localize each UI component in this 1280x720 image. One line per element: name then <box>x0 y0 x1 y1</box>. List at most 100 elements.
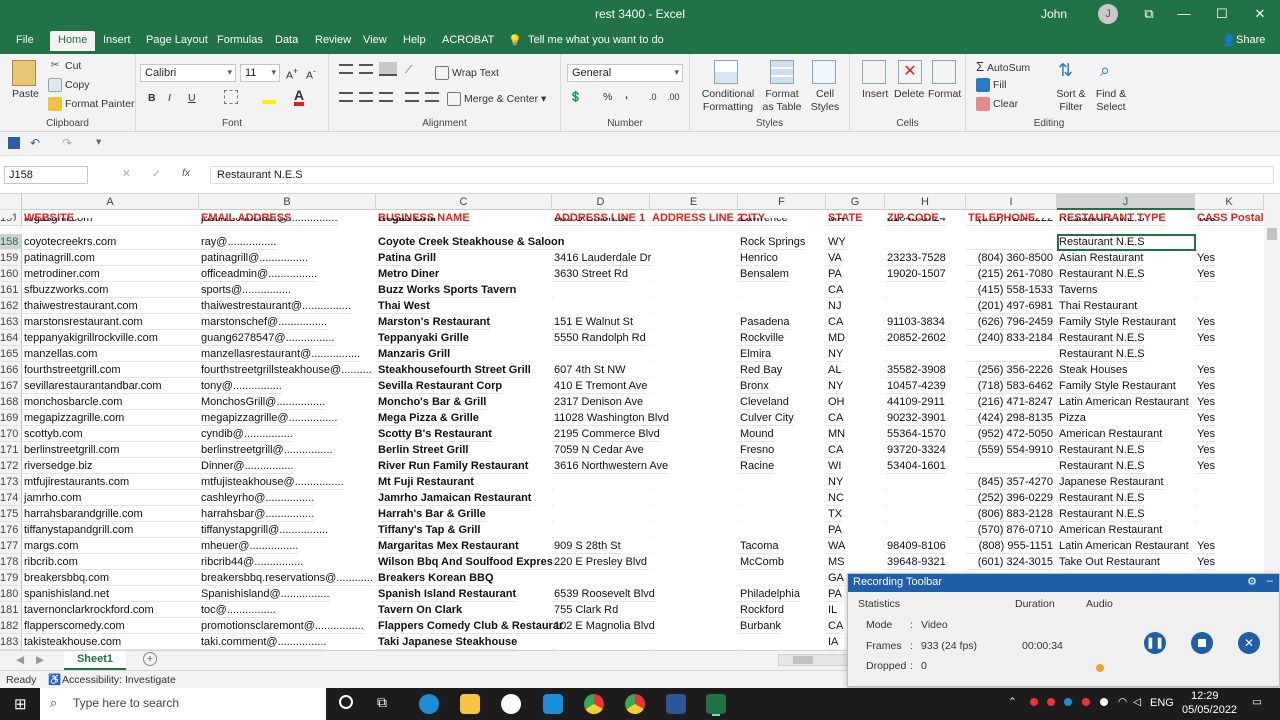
conditional-formatting-button[interactable]: Conditional Formatting <box>700 88 756 114</box>
table-cell[interactable]: 410 E Tremont Ave <box>552 378 648 394</box>
tray-expand-icon[interactable]: ⌃ <box>1008 696 1017 708</box>
table-cell[interactable]: Rockville <box>738 330 785 346</box>
table-cell[interactable]: 755 Clark Rd <box>552 602 619 618</box>
table-cell[interactable]: Yes <box>1195 442 1215 458</box>
table-cell[interactable]: Tacoma <box>738 538 779 554</box>
table-cell[interactable]: Moncho's Bar & Grill <box>376 394 487 410</box>
table-cell[interactable]: justin.schneider@................ <box>199 218 338 226</box>
table-cell[interactable]: MD <box>826 330 846 346</box>
table-cell[interactable]: Rock Springs <box>738 234 806 250</box>
table-cell[interactable]: breakersbbq.reservations@............ <box>199 570 373 586</box>
table-cell[interactable]: Rockford <box>738 602 785 618</box>
table-cell[interactable] <box>552 282 554 298</box>
table-cell[interactable] <box>650 458 652 474</box>
file-explorer-icon[interactable] <box>460 694 480 714</box>
tab-help[interactable]: Help <box>403 34 426 46</box>
table-cell[interactable]: teppanyakigrillrockville.com <box>22 330 199 346</box>
pause-icon[interactable]: ❚❚ <box>1144 632 1166 654</box>
table-cell[interactable]: patinagrill@................ <box>199 250 309 266</box>
cortana-icon[interactable] <box>339 695 353 709</box>
align-bottom-icon[interactable] <box>379 62 397 76</box>
table-cell[interactable]: Henrico <box>738 250 778 266</box>
table-cell[interactable] <box>650 410 652 426</box>
table-cell[interactable] <box>650 634 652 650</box>
table-cell[interactable]: (201) 497-6981 <box>966 298 1053 314</box>
table-cell[interactable] <box>885 298 887 314</box>
table-cell[interactable]: Jamrho Jamaican Restaurant <box>376 490 532 506</box>
table-cell[interactable]: CA <box>826 410 844 426</box>
table-cell[interactable] <box>1195 506 1197 522</box>
table-cell[interactable]: marstonsrestaurant.com <box>22 314 199 330</box>
column-header-h[interactable]: H <box>885 194 966 210</box>
table-cell[interactable]: Restaurant N.E.S <box>1057 458 1145 474</box>
row-header[interactable]: 171 <box>0 442 22 458</box>
table-cell[interactable]: 3630 Street Rd <box>552 266 628 282</box>
table-cell[interactable] <box>552 298 554 314</box>
wifi-icon[interactable]: ◠ <box>1118 696 1127 708</box>
tab-home[interactable]: Home <box>50 31 96 51</box>
table-cell[interactable] <box>552 506 554 522</box>
user-name[interactable]: John <box>1041 7 1067 21</box>
table-cell[interactable] <box>966 458 1053 474</box>
table-cell[interactable]: Spanishisland@................ <box>199 586 330 602</box>
table-cell[interactable]: fourthstreetgrillsteakhouse@.......... <box>199 362 372 378</box>
table-cell[interactable]: officeadmin@................ <box>199 266 318 282</box>
table-cell[interactable]: metrodiner.com <box>22 266 199 282</box>
wrap-text-button[interactable]: Wrap Text <box>452 67 499 79</box>
table-cell[interactable]: Breakers Korean BBQ <box>376 570 494 586</box>
table-cell[interactable]: 55364-1570 <box>885 426 946 442</box>
align-left-icon[interactable] <box>339 92 353 102</box>
table-cell[interactable]: Steakhousefourth Street Grill <box>376 362 531 378</box>
table-cell[interactable]: WA <box>826 538 846 554</box>
table-cell[interactable]: Steak Houses <box>1057 362 1128 378</box>
table-cell[interactable]: 151 E Walnut St <box>552 314 634 330</box>
table-cell[interactable]: Buzz Works Sports Tavern <box>376 282 517 298</box>
table-cell[interactable]: flapperscomedy.com <box>22 618 199 634</box>
hscroll-thumb[interactable] <box>793 656 813 664</box>
table-cell[interactable]: ray@................ <box>199 234 277 250</box>
table-cell[interactable]: Patina Grill <box>376 250 437 266</box>
table-cell[interactable]: megapizzagrille@................ <box>199 410 338 426</box>
table-cell[interactable]: margs.com <box>22 538 199 554</box>
table-cell[interactable] <box>650 570 652 586</box>
row-header[interactable]: 182 <box>0 618 22 634</box>
table-cell[interactable]: (626) 796-2459 <box>966 314 1053 330</box>
row-header[interactable]: 164 <box>0 330 22 346</box>
table-cell[interactable]: 93720-3324 <box>885 442 946 458</box>
redo-icon[interactable]: ↷ <box>62 136 72 150</box>
table-cell[interactable]: tiffanystapgrill@................ <box>199 522 329 538</box>
table-cell[interactable]: 44109-2911 <box>885 394 945 410</box>
table-cell[interactable]: coyotecreekrs.com <box>22 234 199 250</box>
table-cell[interactable] <box>650 586 652 602</box>
percent-button[interactable]: % <box>603 91 612 103</box>
row-header[interactable]: 176 <box>0 522 22 538</box>
orientation-icon[interactable]: ⟋ <box>405 64 412 77</box>
table-cell[interactable]: monchosbarcle.com <box>22 394 199 410</box>
table-cell[interactable]: mtfujirestaurants.com <box>22 474 199 490</box>
minimize-toolbar-icon[interactable]: – <box>1267 575 1273 587</box>
table-cell[interactable]: Thai West <box>376 298 430 314</box>
table-cell[interactable]: 20852-2602 <box>885 330 946 346</box>
scroll-thumb[interactable] <box>1267 228 1277 240</box>
table-cell[interactable]: ribcrib.com <box>22 554 199 570</box>
row-header[interactable]: 177 <box>0 538 22 554</box>
clock-date[interactable]: 05/05/2022 <box>1182 704 1237 716</box>
table-cell[interactable]: Yes <box>1195 378 1215 394</box>
select-all-corner[interactable] <box>0 194 22 210</box>
currency-icon[interactable]: 💲 <box>569 90 582 103</box>
table-cell[interactable] <box>650 362 652 378</box>
format-as-table-button[interactable]: Format as Table <box>760 88 804 114</box>
table-cell[interactable]: NY <box>826 378 844 394</box>
table-cell[interactable]: Flappers Comedy Club & Restaurar <box>376 618 564 634</box>
row-header[interactable]: 161 <box>0 282 22 298</box>
table-cell[interactable]: cashleyrho@................ <box>199 490 315 506</box>
table-cell[interactable]: Yes <box>1195 426 1215 442</box>
table-cell[interactable]: (978) 725-5222 <box>966 218 1053 226</box>
excel-icon[interactable] <box>706 694 726 714</box>
table-cell[interactable]: harrahsbar@................ <box>199 506 315 522</box>
table-cell[interactable] <box>650 266 652 282</box>
table-cell[interactable]: (601) 324-3015 <box>966 554 1053 570</box>
format-cells-button[interactable]: Format <box>928 88 961 100</box>
table-cell[interactable]: Fresno <box>738 442 775 458</box>
table-cell[interactable]: Sevilla Restaurant Corp <box>376 378 503 394</box>
